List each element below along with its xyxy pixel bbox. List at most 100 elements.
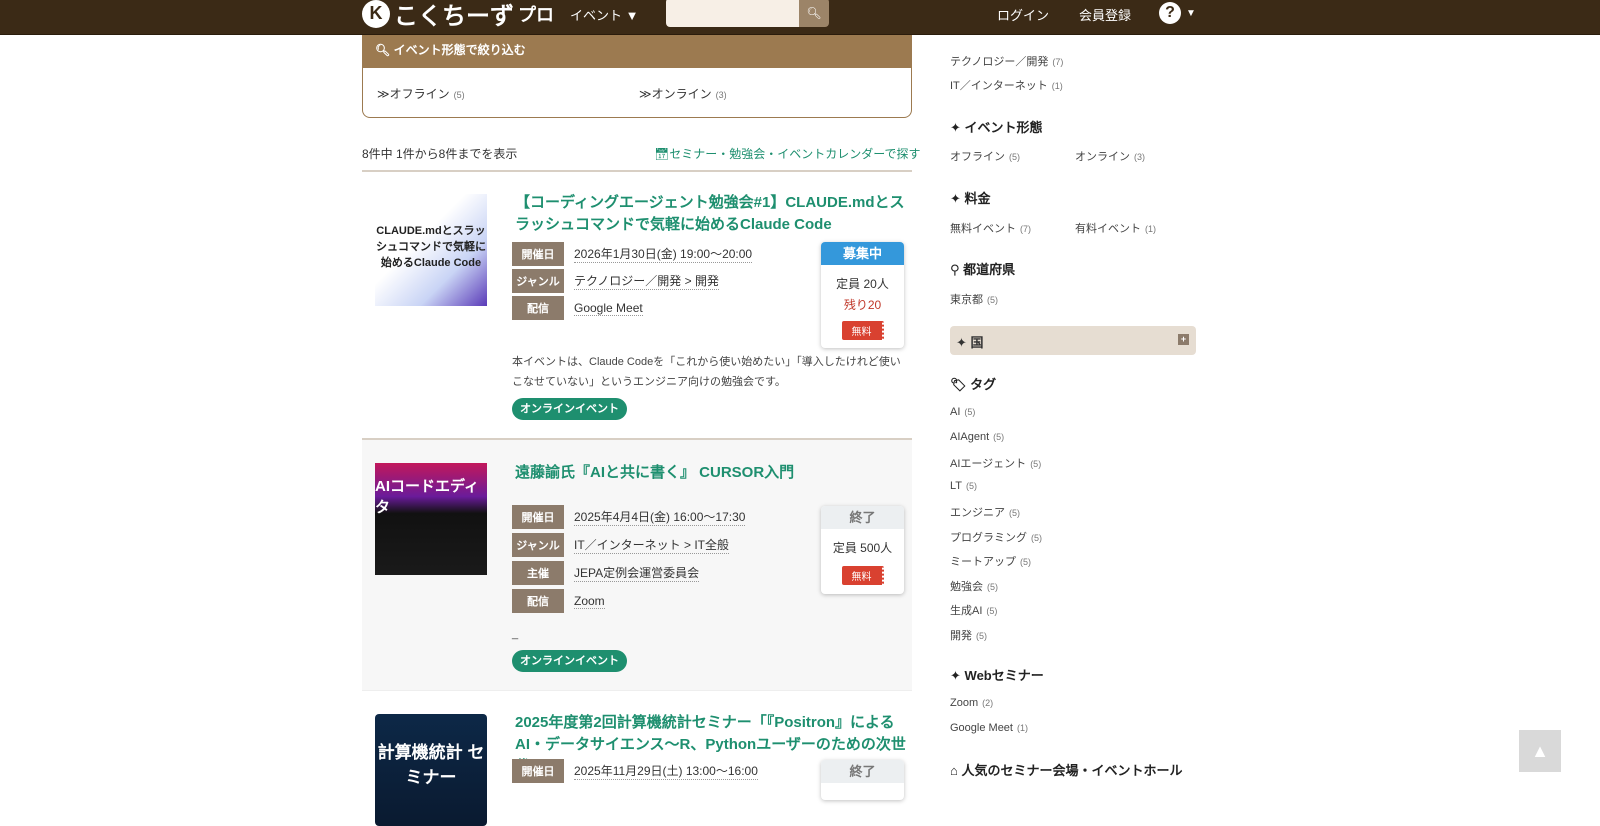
event-date-row: 開催日 2025年11月29日(土) 13:00〜16:00 bbox=[512, 759, 758, 783]
heading-text: イベント形態 bbox=[964, 120, 1043, 135]
filter-count: (3) bbox=[715, 90, 727, 100]
sidebar-tag-link[interactable]: LT (5) bbox=[950, 480, 977, 492]
caret-down-icon: ▼ bbox=[625, 8, 639, 23]
filter-offline[interactable]: ≫オフライン (5) bbox=[377, 85, 465, 102]
star-icon: ✦ bbox=[950, 191, 961, 206]
capacity: 定員 20人 bbox=[836, 277, 889, 291]
search-input[interactable] bbox=[666, 0, 799, 27]
map-pin-icon: ⚲ bbox=[950, 262, 960, 277]
search-icon: 🔍︎ bbox=[375, 43, 391, 57]
event-description: 本イベントは、Claude Codeを「これから使い始めたい」「導入したけれど使… bbox=[512, 356, 901, 388]
event-date[interactable]: 2025年11月29日(土) 13:00〜16:00 bbox=[574, 762, 758, 780]
event-title[interactable]: 【コーディングエージェント勉強会#1】CLAUDE.mdとスラッシュコマンドで気… bbox=[515, 192, 905, 236]
event-thumbnail[interactable]: AIコードエディタ bbox=[375, 463, 487, 575]
row-label: ジャンル bbox=[512, 269, 564, 293]
scroll-to-top-button[interactable]: ▲ bbox=[1519, 730, 1561, 772]
sidebar-prefecture-link[interactable]: 東京都 (5) bbox=[950, 291, 998, 307]
event-stream[interactable]: Zoom bbox=[574, 594, 605, 609]
link-count: (5) bbox=[964, 407, 976, 417]
sidebar-genre-link[interactable]: IT／インターネット (1) bbox=[950, 77, 1063, 93]
status-badge: 終了 bbox=[821, 506, 904, 529]
sidebar-fee-link[interactable]: 無料イベント (7) bbox=[950, 220, 1031, 236]
event-organizer[interactable]: JEPA定例会運営委員会 bbox=[574, 564, 700, 582]
filter-label: ≫オフライン bbox=[377, 87, 450, 101]
link-label: Google Meet bbox=[950, 721, 1013, 734]
row-label: 開催日 bbox=[512, 759, 564, 783]
event-stream[interactable]: Google Meet bbox=[574, 301, 643, 316]
event-thumbnail[interactable]: CLAUDE.mdとスラッシュコマンドで気軽に始めるClaude Code bbox=[375, 194, 487, 306]
heading-text: 国 bbox=[970, 335, 984, 350]
sidebar-tag-link[interactable]: AIAgent (5) bbox=[950, 431, 1004, 443]
sidebar-tag-link[interactable]: AI (5) bbox=[950, 406, 975, 418]
sidebar-tag-link[interactable]: 開発 (5) bbox=[950, 627, 987, 643]
event-genre[interactable]: テクノロジー／開発 > 開発 bbox=[574, 272, 719, 290]
online-event-tag[interactable]: オンラインイベント bbox=[512, 398, 627, 420]
sidebar-tag-link[interactable]: エンジニア (5) bbox=[950, 504, 1020, 520]
sidebar-tag-link[interactable]: 生成AI (5) bbox=[950, 602, 997, 618]
fee-heading: ✦ 料金 bbox=[950, 188, 991, 207]
link-count: (5) bbox=[987, 295, 998, 305]
tag-heading: 🏷︎ タグ bbox=[950, 374, 996, 393]
link-label: 勉強会 bbox=[950, 580, 983, 593]
link-count: (5) bbox=[1030, 459, 1042, 469]
expand-icon[interactable]: + bbox=[1178, 334, 1189, 345]
row-label: ジャンル bbox=[512, 533, 564, 557]
sidebar-tag-link[interactable]: プログラミング (5) bbox=[950, 529, 1042, 545]
link-count: (7) bbox=[1052, 57, 1064, 67]
status-box: 募集中 定員 20人 残り20 無料 bbox=[821, 242, 904, 348]
help-icon[interactable]: ? bbox=[1159, 2, 1181, 24]
search-icon: 🔍︎ bbox=[806, 5, 822, 20]
sidebar-fee-link[interactable]: 有料イベント (1) bbox=[1075, 220, 1156, 236]
link-count: (5) bbox=[986, 606, 998, 616]
link-count: (1) bbox=[1051, 81, 1063, 91]
sidebar-type-link[interactable]: オンライン (3) bbox=[1075, 148, 1145, 164]
event-genre[interactable]: IT／インターネット > IT全般 bbox=[574, 536, 730, 554]
login-link[interactable]: ログイン bbox=[997, 5, 1049, 24]
link-count: (7) bbox=[1020, 224, 1031, 234]
filter-online[interactable]: ≫オンライン (3) bbox=[639, 85, 727, 102]
filter-count: (5) bbox=[453, 90, 465, 100]
star-icon: ✦ bbox=[950, 668, 961, 683]
event-thumbnail[interactable]: 計算機統計 セミナー bbox=[375, 714, 487, 826]
sidebar-tag-link[interactable]: ミートアップ (5) bbox=[950, 553, 1031, 569]
link-count: (5) bbox=[1020, 557, 1031, 567]
sidebar-tag-link[interactable]: 勉強会 (5) bbox=[950, 578, 998, 594]
sidebar-tag-link[interactable]: AIエージェント (5) bbox=[950, 455, 1041, 471]
logo-suffix: プロ bbox=[518, 4, 554, 25]
status-box: 終了 bbox=[821, 760, 904, 800]
event-card: CLAUDE.mdとスラッシュコマンドで気軽に始めるClaude Code 【コ… bbox=[362, 170, 912, 440]
heading-text: タグ bbox=[970, 377, 997, 392]
sidebar-type-link[interactable]: オフライン (5) bbox=[950, 148, 1020, 164]
row-label: 主催 bbox=[512, 561, 564, 585]
link-count: (5) bbox=[1009, 152, 1020, 162]
link-label: テクノロジー／開発 bbox=[950, 56, 1049, 68]
link-count: (1) bbox=[1016, 722, 1028, 733]
link-count: (5) bbox=[987, 581, 998, 592]
search-button[interactable]: 🔍︎ bbox=[799, 0, 829, 27]
link-label: AIAgent bbox=[950, 430, 990, 443]
link-count: (2) bbox=[982, 698, 994, 708]
register-link[interactable]: 会員登録 bbox=[1079, 5, 1131, 24]
event-date[interactable]: 2026年1月30日(金) 19:00〜20:00 bbox=[574, 245, 753, 263]
event-genre-row: ジャンル テクノロジー／開発 > 開発 bbox=[512, 269, 719, 293]
link-label: Zoom bbox=[950, 697, 979, 709]
caret-down-icon[interactable]: ▼ bbox=[1186, 8, 1196, 19]
site-logo[interactable]: K こくちーず プロ bbox=[362, 0, 554, 31]
link-label: プログラミング bbox=[950, 531, 1027, 544]
calendar-link[interactable]: 📅︎セミナー・勉強会・イベントカレンダーで探す bbox=[654, 145, 921, 162]
online-event-tag[interactable]: オンラインイベント bbox=[512, 650, 627, 672]
status-box: 終了 定員 500人 無料 bbox=[821, 506, 904, 594]
event-stream-row: 配信 Zoom bbox=[512, 589, 605, 613]
events-menu[interactable]: イベント ▼ bbox=[570, 5, 639, 24]
sidebar-webinar-link[interactable]: Zoom (2) bbox=[950, 697, 993, 709]
prefecture-heading: ⚲ 都道府県 bbox=[950, 259, 1015, 278]
link-label: オンライン bbox=[1075, 151, 1130, 163]
event-date[interactable]: 2025年4月4日(金) 16:00〜17:30 bbox=[574, 508, 746, 526]
sidebar-webinar-link[interactable]: Google Meet (1) bbox=[950, 722, 1028, 734]
event-title[interactable]: 遠藤諭氏『AIと共に書く』 CURSOR入門 bbox=[515, 462, 905, 484]
country-accordion[interactable]: ✦ 国 + bbox=[950, 326, 1196, 355]
link-count: (3) bbox=[1134, 152, 1145, 162]
link-label: LT bbox=[950, 479, 963, 492]
free-badge: 無料 bbox=[841, 566, 884, 585]
sidebar-genre-link[interactable]: テクノロジー／開発 (7) bbox=[950, 53, 1063, 69]
